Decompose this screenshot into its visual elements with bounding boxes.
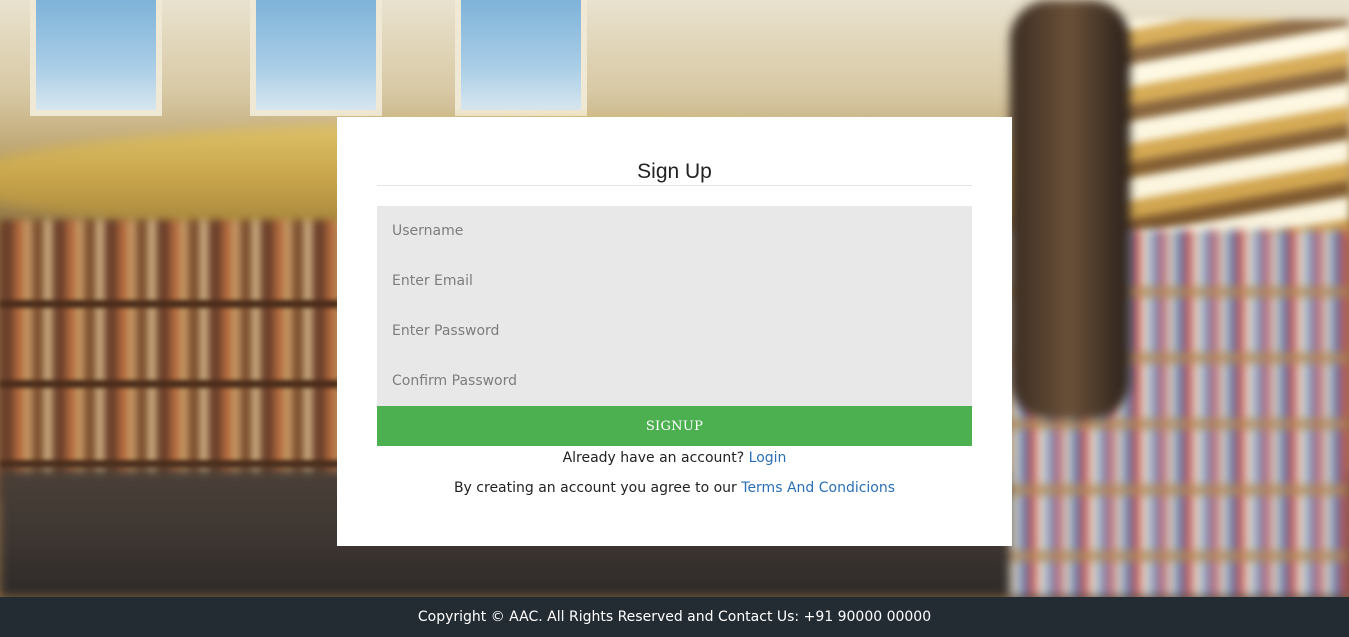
page-footer: Copyright © AAC. All Rights Reserved and… <box>0 597 1349 637</box>
username-input[interactable] <box>377 206 972 256</box>
login-prompt-line: Already have an account? Login <box>377 448 972 468</box>
signup-button[interactable]: SIGNUP <box>377 406 972 446</box>
password-input[interactable] <box>377 306 972 356</box>
footer-copyright-text: Copyright © AAC. All Rights Reserved and… <box>417 609 932 625</box>
confirm-password-input[interactable] <box>377 356 972 406</box>
signup-form <box>377 206 972 406</box>
email-input[interactable] <box>377 256 972 306</box>
terms-line: By creating an account you agree to our … <box>377 478 972 498</box>
signup-page: Sign Up SIGNUP Already have an account? … <box>0 0 1349 637</box>
login-prompt-text: Already have an account? <box>562 450 745 466</box>
signup-card: Sign Up SIGNUP Already have an account? … <box>337 117 1012 546</box>
terms-link[interactable]: Terms And Condicions <box>741 480 895 496</box>
login-link[interactable]: Login <box>749 450 787 466</box>
signup-title: Sign Up <box>637 160 712 183</box>
terms-prompt-text: By creating an account you agree to our <box>453 480 737 496</box>
